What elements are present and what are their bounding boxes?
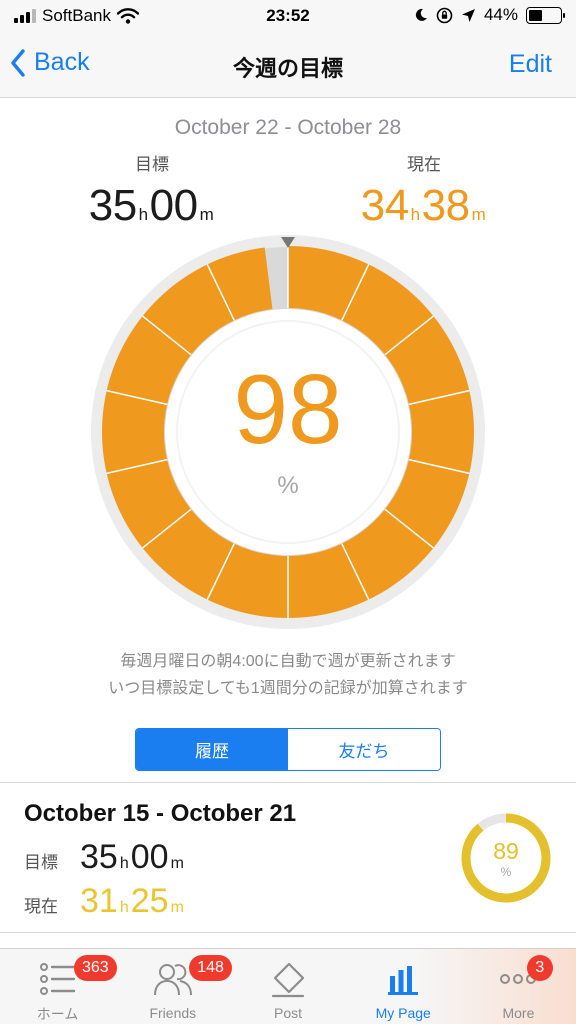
history-current-row: 現在 31 h25 m xyxy=(24,882,186,921)
tab-more-badge: 3 xyxy=(526,955,553,981)
week-range: October 22 - October 28 xyxy=(174,116,402,139)
tab-friends[interactable]: Friends 148 xyxy=(115,949,232,1024)
history-current-minutes: 25 xyxy=(130,882,169,920)
list-icon xyxy=(38,959,78,998)
hours-unit: h xyxy=(410,205,420,224)
tab-home-label: ホーム xyxy=(36,1006,79,1022)
minutes-unit: m xyxy=(170,899,184,916)
current-stat: 現在 34 h38 m xyxy=(324,150,524,231)
update-note-line1: 毎週月曜日の朝4:00に自動で週が更新されます xyxy=(120,653,456,670)
section-divider xyxy=(0,782,576,783)
tab-bar: ホーム 363 Friends 148 Post My Page More 3 xyxy=(0,948,576,1024)
progress-ring: 98 % xyxy=(88,232,488,632)
current-minutes: 38 xyxy=(421,181,470,230)
current-value: 34 h38 m xyxy=(324,181,524,231)
history-goal-value: 35 h00 m xyxy=(80,838,186,877)
update-note: 毎週月曜日の朝4:00に自動で週が更新されます いつ目標設定しても1週間分の記録… xyxy=(0,648,576,702)
tab-home-badge: 363 xyxy=(74,955,117,981)
battery-icon xyxy=(526,6,565,24)
tab-friends-label: Friends xyxy=(149,1005,197,1021)
minutes-unit: m xyxy=(199,205,214,224)
goal-minutes: 00 xyxy=(149,181,198,230)
goal-stat: 目標 35 h00 m xyxy=(52,150,252,231)
goal-label: 目標 xyxy=(135,155,169,174)
history-goal-minutes: 00 xyxy=(130,838,169,876)
current-label: 現在 xyxy=(407,155,441,174)
status-right: 44% xyxy=(414,5,565,25)
tab-my-page-label: My Page xyxy=(375,1005,431,1021)
history-goal-label: 目標 xyxy=(24,853,58,872)
minutes-unit: m xyxy=(170,855,184,872)
ring-center: 98 % xyxy=(88,360,488,500)
hours-unit: h xyxy=(138,205,148,224)
history-current-value: 31 h25 m xyxy=(80,882,186,921)
moon-icon xyxy=(415,8,427,21)
history-ring-center: 89 % xyxy=(458,838,554,880)
card-divider xyxy=(0,932,576,933)
battery-fill xyxy=(529,9,543,21)
tab-friends-badge: 148 xyxy=(189,955,232,981)
post-icon xyxy=(268,959,308,999)
minutes-unit: m xyxy=(471,205,486,224)
current-hours: 34 xyxy=(360,181,409,230)
segment-history[interactable]: 履歴 xyxy=(136,729,288,770)
view-segmented-control: 履歴 友だち xyxy=(135,728,441,771)
page-title: 今週の目標 xyxy=(232,56,343,81)
history-current-label: 現在 xyxy=(24,897,58,916)
hours-unit: h xyxy=(119,899,129,916)
friends-icon xyxy=(153,959,193,999)
status-bar: SoftBank 23:52 44% xyxy=(0,0,576,32)
history-current-hours: 31 xyxy=(80,882,118,920)
location-arrow-icon xyxy=(461,8,475,22)
history-goal-row: 目標 35 h00 m xyxy=(24,838,186,877)
tab-my-page[interactable]: My Page xyxy=(346,949,461,1024)
history-progress-ring[interactable]: 89 % xyxy=(458,810,554,906)
bar-chart-icon xyxy=(383,959,423,999)
tab-home[interactable]: ホーム 363 xyxy=(0,949,117,1024)
history-goal-hours: 35 xyxy=(80,838,118,876)
progress-percent: 98 xyxy=(233,354,343,464)
history-percent-unit: % xyxy=(500,865,512,879)
goal-hours: 35 xyxy=(88,181,137,230)
battery-percent: 44% xyxy=(483,5,518,24)
nav-bar: Back 今週の目標 Edit xyxy=(0,32,576,98)
tab-more-label: More xyxy=(502,1005,535,1021)
history-percent: 89 xyxy=(493,838,519,864)
segment-friends[interactable]: 友だち xyxy=(288,729,440,770)
history-week-range: October 15 - October 21 xyxy=(24,800,297,827)
tab-post[interactable]: Post xyxy=(230,949,345,1024)
tab-more[interactable]: More 3 xyxy=(461,949,576,1024)
percent-unit: % xyxy=(277,472,299,499)
edit-button[interactable]: Edit xyxy=(509,50,552,79)
orientation-lock-icon xyxy=(436,7,453,23)
goal-value: 35 h00 m xyxy=(52,181,252,231)
hours-unit: h xyxy=(119,855,129,872)
update-note-line2: いつ目標設定しても1週間分の記録が加算されます xyxy=(108,680,468,697)
tab-post-label: Post xyxy=(274,1005,303,1021)
